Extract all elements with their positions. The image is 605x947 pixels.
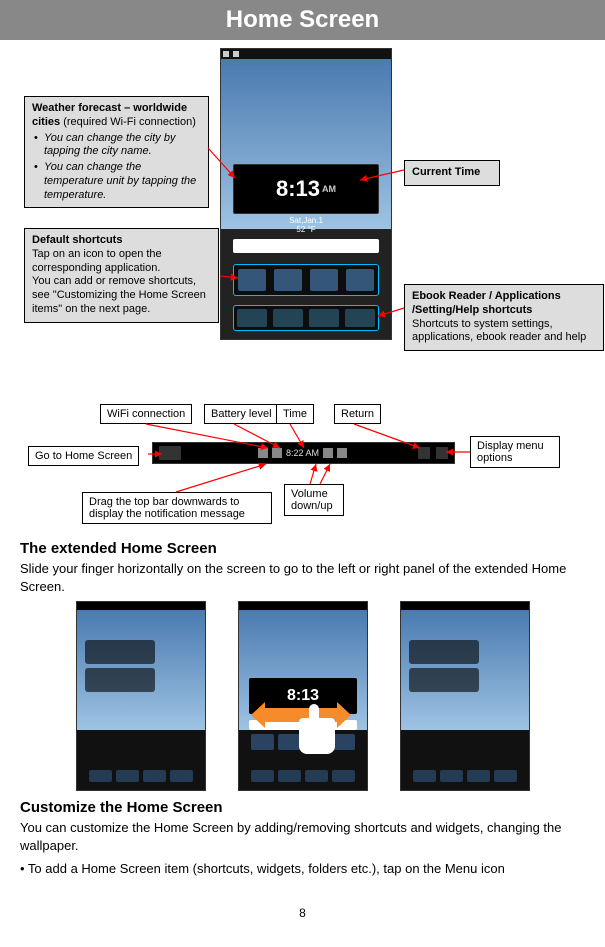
label-drag-bar: Drag the top bar downwards to display th… bbox=[82, 492, 272, 524]
callout-ebook: Ebook Reader / Applications /Setting/Hel… bbox=[404, 284, 604, 351]
label-wifi: WiFi connection bbox=[100, 404, 192, 424]
label-battery: Battery level bbox=[204, 404, 279, 424]
body-customize-2: • To add a Home Screen item (shortcuts, … bbox=[20, 860, 585, 878]
screenshot-clock: 8:13AM bbox=[233, 164, 379, 214]
heading-extended: The extended Home Screen bbox=[20, 540, 585, 557]
battery-icon bbox=[272, 448, 282, 458]
clock-time: 8:13 bbox=[276, 176, 320, 202]
callout-ebook-heading: Ebook Reader / Applications /Setting/Hel… bbox=[412, 290, 561, 316]
menu-icon bbox=[436, 447, 448, 459]
callout-current-time: Current Time bbox=[404, 160, 500, 186]
label-display-menu: Display menu options bbox=[470, 436, 560, 468]
label-go-home: Go to Home Screen bbox=[28, 446, 139, 466]
swipe-gesture-icon bbox=[265, 700, 345, 756]
screenshot-date: Sat,Jan.1 52 °F bbox=[221, 216, 391, 234]
screenshot-bottom-shortcuts bbox=[233, 305, 379, 331]
status-center: 8:22 AM bbox=[187, 448, 418, 458]
volume-down-icon bbox=[323, 448, 333, 458]
home-icon bbox=[159, 446, 181, 460]
body-customize-1: You can customize the Home Screen by add… bbox=[20, 819, 585, 854]
label-return: Return bbox=[334, 404, 381, 424]
body-extended: Slide your finger horizontally on the sc… bbox=[20, 560, 585, 595]
screenshot-search-bar bbox=[233, 239, 379, 253]
volume-up-icon bbox=[337, 448, 347, 458]
callout-ebook-body: Shortcuts to system settings, applicatio… bbox=[412, 318, 586, 344]
return-icon bbox=[418, 447, 430, 459]
panel-left bbox=[76, 601, 206, 791]
panel-right bbox=[400, 601, 530, 791]
callout-weather-bullet1: You can change the city by tapping the c… bbox=[34, 132, 201, 160]
heading-customize: Customize the Home Screen bbox=[20, 799, 585, 816]
wifi-icon bbox=[258, 448, 268, 458]
callout-shortcuts-body: Tap on an icon to open the corresponding… bbox=[32, 248, 206, 315]
upper-diagram: 8:13AM Sat,Jan.1 52 °F Weather forecast … bbox=[20, 48, 585, 388]
panel-center: 8:13 bbox=[238, 601, 368, 791]
callout-weather-heading-rest: (required Wi-Fi connection) bbox=[60, 116, 196, 128]
page-title: Home Screen bbox=[0, 0, 605, 40]
screenshot-status-bar bbox=[221, 49, 391, 59]
callout-default-shortcuts: Default shortcuts Tap on an icon to open… bbox=[24, 228, 219, 323]
callout-weather: Weather forecast – worldwide cities (req… bbox=[24, 96, 209, 208]
screenshot-wallpaper: 8:13AM Sat,Jan.1 52 °F bbox=[221, 59, 391, 229]
screenshot-app-shortcuts bbox=[233, 264, 379, 296]
label-time: Time bbox=[276, 404, 314, 424]
callout-shortcuts-heading: Default shortcuts bbox=[32, 234, 122, 246]
clock-ampm: AM bbox=[322, 184, 336, 194]
home-screenshot: 8:13AM Sat,Jan.1 52 °F bbox=[220, 48, 392, 340]
extended-panels: 8:13 bbox=[76, 601, 585, 791]
status-bar: 8:22 AM bbox=[152, 442, 455, 464]
status-bar-diagram: 8:22 AM WiFi connection Battery level Ti… bbox=[20, 392, 585, 532]
callout-weather-bullet2: You can change the temperature unit by t… bbox=[34, 161, 201, 202]
status-time: 8:22 AM bbox=[286, 448, 319, 458]
page-number: 8 bbox=[20, 906, 585, 920]
label-volume: Volume down/up bbox=[284, 484, 344, 516]
